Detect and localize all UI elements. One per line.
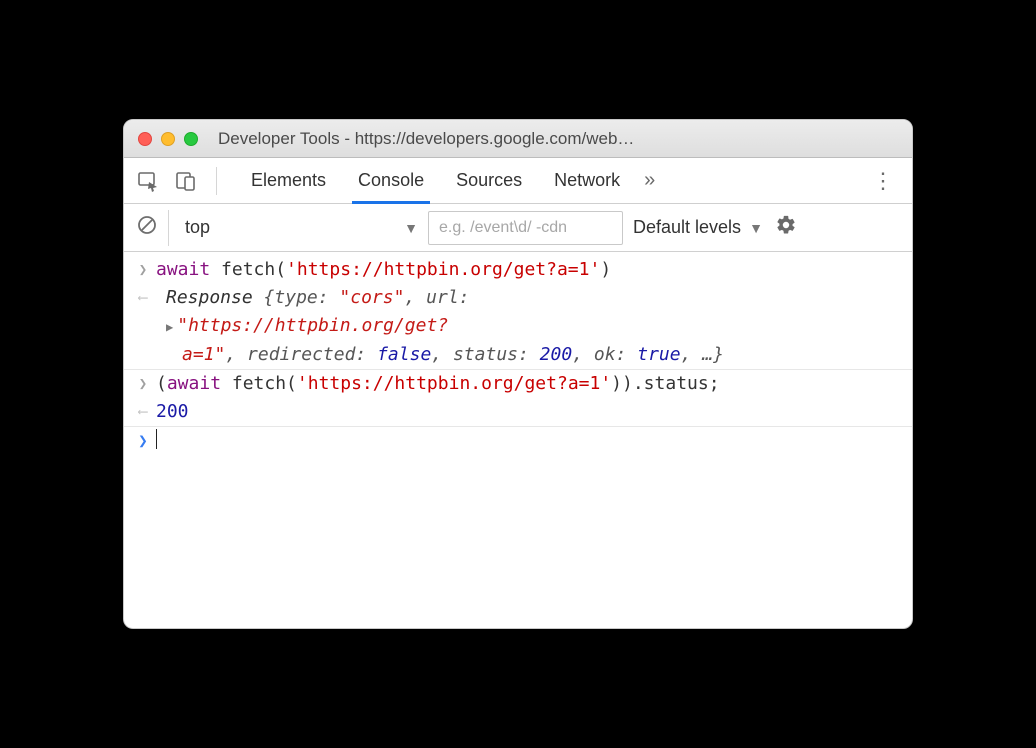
tab-network[interactable]: Network xyxy=(538,158,636,203)
cursor xyxy=(156,429,157,449)
devtools-window: Developer Tools - https://developers.goo… xyxy=(123,119,913,629)
prompt-icon: ❯ xyxy=(134,370,152,398)
number-literal: 200 xyxy=(156,401,189,422)
gear-icon[interactable] xyxy=(775,214,797,241)
prop-key: ok: xyxy=(594,344,637,365)
filter-input[interactable] xyxy=(428,211,623,245)
tab-sources[interactable]: Sources xyxy=(440,158,538,203)
levels-label: Default levels xyxy=(633,217,741,238)
comma: , xyxy=(225,344,247,365)
prop-value: a=1" xyxy=(166,344,225,365)
inspect-icon[interactable] xyxy=(136,169,160,193)
prop-value: "cors" xyxy=(339,287,404,308)
return-icon: ⟵ xyxy=(134,284,152,369)
window-title: Developer Tools - https://developers.goo… xyxy=(208,129,898,149)
titlebar: Developer Tools - https://developers.goo… xyxy=(124,120,912,158)
console-input: (await fetch('https://httpbin.org/get?a=… xyxy=(152,370,902,398)
prop-value: false xyxy=(377,344,431,365)
console-output: ❯ await fetch('https://httpbin.org/get?a… xyxy=(124,252,912,628)
console-prompt-row[interactable]: ❯ xyxy=(124,426,912,456)
console-result-row: ⟵ Response {type: "cors", url: ▶"https:/… xyxy=(124,284,912,369)
code-text: ( xyxy=(156,373,167,394)
console-input: await fetch('https://httpbin.org/get?a=1… xyxy=(152,256,902,284)
prop-key: status: xyxy=(453,344,540,365)
prop-key: redirected: xyxy=(247,344,377,365)
ellipsis: , …} xyxy=(681,344,724,365)
chevron-down-icon: ▼ xyxy=(404,220,418,236)
comma: , xyxy=(404,287,426,308)
prop-value: "https://httpbin.org/get? xyxy=(177,315,448,336)
code-keyword: await xyxy=(167,373,221,394)
brace: { xyxy=(264,287,275,308)
result-value: 200 xyxy=(152,398,902,426)
console-input-row: ❯ (await fetch('https://httpbin.org/get?… xyxy=(124,369,912,398)
context-label: top xyxy=(185,217,210,238)
panel-tabs: Elements Console Sources Network » xyxy=(235,158,663,203)
log-levels-selector[interactable]: Default levels ▼ xyxy=(633,217,763,238)
separator xyxy=(216,167,217,195)
prompt-icon: ❯ xyxy=(134,427,152,456)
tab-console[interactable]: Console xyxy=(342,158,440,203)
code-string: 'https://httpbin.org/get?a=1' xyxy=(286,259,600,280)
prop-key: type: xyxy=(274,287,339,308)
chevron-down-icon: ▼ xyxy=(749,220,763,236)
settings-menu-icon[interactable]: ⋮ xyxy=(866,168,900,194)
code-keyword: await xyxy=(156,259,210,280)
console-toolbar: top ▼ Default levels ▼ xyxy=(124,204,912,252)
close-icon[interactable] xyxy=(138,132,152,146)
code-text: fetch( xyxy=(210,259,286,280)
minimize-icon[interactable] xyxy=(161,132,175,146)
prop-key: url: xyxy=(426,287,469,308)
tab-elements[interactable]: Elements xyxy=(235,158,342,203)
zoom-icon[interactable] xyxy=(184,132,198,146)
device-toggle-icon[interactable] xyxy=(174,169,198,193)
context-selector[interactable]: top ▼ xyxy=(168,210,418,246)
console-input-row: ❯ await fetch('https://httpbin.org/get?a… xyxy=(124,256,912,284)
code-text: )).status; xyxy=(611,373,719,394)
prop-value: 200 xyxy=(540,344,573,365)
comma: , xyxy=(572,344,594,365)
code-string: 'https://httpbin.org/get?a=1' xyxy=(297,373,611,394)
clear-console-icon[interactable] xyxy=(136,214,158,241)
return-icon: ⟵ xyxy=(134,398,152,426)
code-text: fetch( xyxy=(221,373,297,394)
console-result-row: ⟵ 200 xyxy=(124,398,912,426)
response-object[interactable]: Response {type: "cors", url: ▶"https://h… xyxy=(152,284,902,369)
window-controls xyxy=(138,132,198,146)
tabs-bar: Elements Console Sources Network » ⋮ xyxy=(124,158,912,204)
comma: , xyxy=(431,344,453,365)
console-prompt-input[interactable] xyxy=(152,427,902,456)
more-tabs-icon[interactable]: » xyxy=(636,169,663,192)
prompt-icon: ❯ xyxy=(134,256,152,284)
prop-value: true xyxy=(637,344,680,365)
code-text: ) xyxy=(600,259,611,280)
object-name: Response xyxy=(166,287,264,308)
expand-icon[interactable]: ▶ xyxy=(166,313,173,341)
